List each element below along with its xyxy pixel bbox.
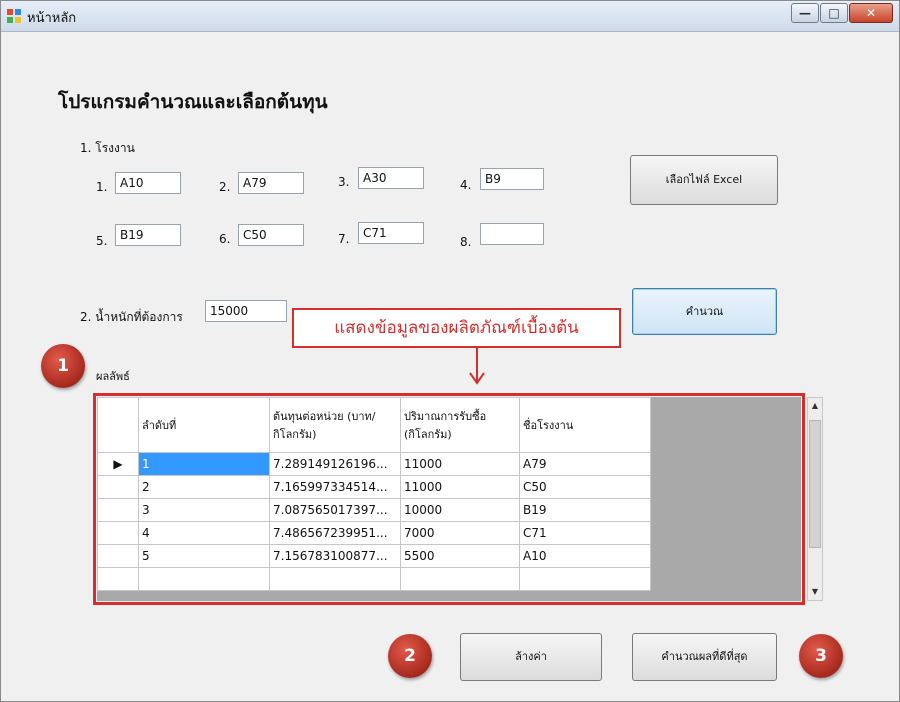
maximize-icon: □ bbox=[828, 6, 840, 20]
window-title: หน้าหลัก bbox=[27, 11, 77, 26]
scroll-thumb[interactable] bbox=[809, 420, 821, 548]
weight-label: 2. น้ำหนักที่ต้องการ bbox=[80, 310, 183, 324]
calculate-button[interactable]: คำนวณ bbox=[632, 288, 777, 335]
title-bar: หน้าหลัก — □ ✕ bbox=[1, 1, 899, 32]
close-button[interactable]: ✕ bbox=[849, 3, 893, 23]
factory-3-number: 3. bbox=[338, 175, 350, 189]
grid-highlight-outline bbox=[93, 393, 805, 605]
annotation-callout: แสดงข้อมูลของผลิตภัณฑ์เบื้องต้น bbox=[292, 308, 621, 348]
close-icon: ✕ bbox=[865, 6, 877, 20]
factory-4-input[interactable]: B9 bbox=[480, 168, 544, 190]
app-window: หน้าหลัก — □ ✕ โปรแกรมคำนวณและเลือกต้นทุ… bbox=[0, 0, 900, 702]
factory-8-number: 8. bbox=[460, 235, 472, 249]
factory-1-input[interactable]: A10 bbox=[115, 172, 181, 194]
factory-5-input[interactable]: B19 bbox=[115, 224, 181, 246]
factory-section-label: 1. โรงงาน bbox=[80, 141, 135, 155]
minimize-icon: — bbox=[799, 6, 811, 20]
factory-7-number: 7. bbox=[338, 232, 350, 246]
factory-5-number: 5. bbox=[96, 234, 108, 248]
select-excel-button[interactable]: เลือกไฟล์ Excel bbox=[630, 155, 778, 205]
best-result-button[interactable]: คำนวณผลที่ดีที่สุด bbox=[632, 633, 777, 681]
factory-2-number: 2. bbox=[219, 180, 231, 194]
app-icon bbox=[7, 9, 21, 23]
step-badge-2: 2 bbox=[388, 634, 432, 678]
factory-8-input[interactable] bbox=[480, 223, 544, 245]
maximize-button[interactable]: □ bbox=[820, 3, 848, 23]
page-title: โปรแกรมคำนวณและเลือกต้นทุน bbox=[58, 91, 328, 113]
factory-6-input[interactable]: C50 bbox=[238, 224, 304, 246]
factory-7-input[interactable]: C71 bbox=[358, 222, 424, 244]
grid-vertical-scrollbar[interactable]: ▲ ▼ bbox=[807, 397, 823, 601]
factory-4-number: 4. bbox=[460, 178, 472, 192]
step-badge-3: 3 bbox=[799, 634, 843, 678]
minimize-button[interactable]: — bbox=[791, 3, 819, 23]
factory-3-input[interactable]: A30 bbox=[358, 167, 424, 189]
result-label: ผลลัพธ์ bbox=[96, 370, 130, 383]
scroll-up-icon[interactable]: ▲ bbox=[808, 398, 822, 414]
callout-arrow bbox=[469, 348, 485, 385]
step-badge-1: 1 bbox=[41, 344, 85, 388]
factory-2-input[interactable]: A79 bbox=[238, 172, 304, 194]
factory-6-number: 6. bbox=[219, 232, 231, 246]
factory-1-number: 1. bbox=[96, 180, 108, 194]
clear-button[interactable]: ล้างค่า bbox=[460, 633, 602, 681]
scroll-down-icon[interactable]: ▼ bbox=[808, 584, 822, 600]
weight-input[interactable]: 15000 bbox=[205, 300, 287, 322]
